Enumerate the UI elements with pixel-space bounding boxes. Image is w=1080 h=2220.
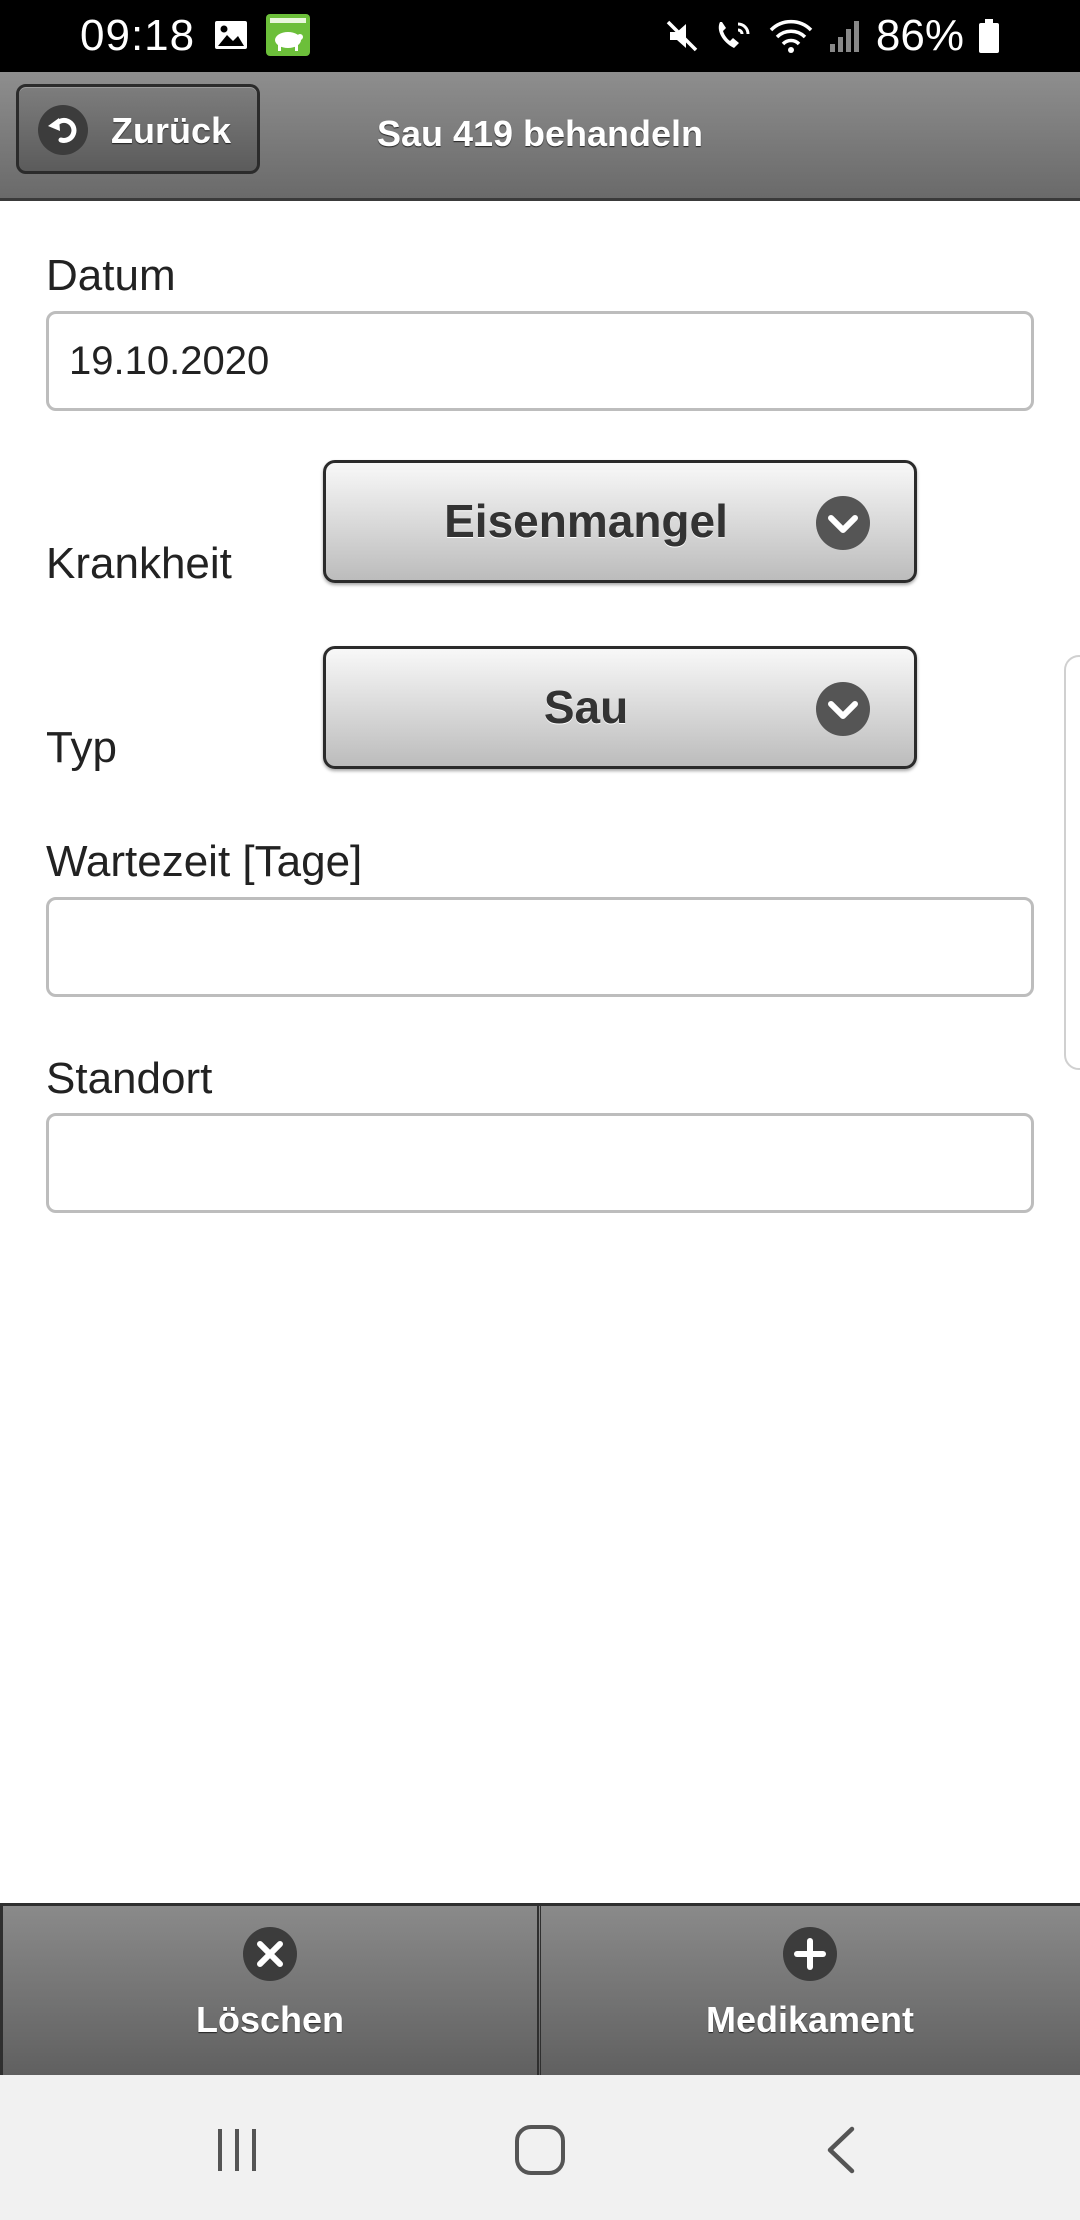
- header-bar: Zurück Sau 419 behandeln: [0, 72, 1080, 201]
- standort-input[interactable]: [46, 1113, 1034, 1213]
- back-button-label: Zurück: [111, 110, 232, 151]
- wartezeit-label: Wartezeit [Tage]: [46, 837, 363, 886]
- wifi-icon: [769, 19, 813, 53]
- status-bar: 09:18 86%: [0, 0, 1080, 72]
- system-nav-bar: [0, 2075, 1080, 2220]
- delete-button-label: Löschen: [195, 1999, 345, 2040]
- wartezeit-input[interactable]: [46, 897, 1034, 997]
- status-icons: 86%: [664, 10, 1000, 62]
- mute-icon: [666, 20, 698, 52]
- typ-select[interactable]: Sau: [323, 646, 917, 769]
- close-icon: [243, 1927, 297, 1981]
- delete-button[interactable]: Löschen: [0, 1906, 539, 2075]
- datum-label: Datum: [46, 251, 176, 300]
- page-title: Sau 419 behandeln: [376, 113, 704, 154]
- battery-icon: [979, 19, 999, 53]
- krankheit-select[interactable]: Eisenmangel: [323, 460, 917, 583]
- krankheit-label: Krankheit: [46, 539, 232, 588]
- typ-selected-value: Sau: [543, 681, 629, 733]
- gallery-icon: [215, 21, 247, 49]
- add-medication-button[interactable]: Medikament: [540, 1906, 1079, 2075]
- datum-input[interactable]: [46, 311, 1034, 411]
- plus-icon: [783, 1927, 837, 1981]
- wifi-calling-icon: [718, 22, 750, 48]
- standort-label: Standort: [46, 1054, 213, 1103]
- signal-icon: [829, 21, 859, 52]
- chevron-down-icon: [816, 496, 870, 550]
- app-notification-icon: [266, 14, 310, 56]
- krankheit-selected-value: Eisenmangel: [444, 495, 728, 547]
- typ-label: Typ: [46, 723, 117, 772]
- status-time: 09:18: [80, 11, 196, 60]
- home-icon[interactable]: [513, 2123, 567, 2177]
- chevron-down-icon: [816, 682, 870, 736]
- back-icon[interactable]: [822, 2125, 862, 2175]
- side-panel-handle[interactable]: [1064, 655, 1080, 1070]
- add-medication-button-label: Medikament: [705, 1999, 915, 2040]
- back-button[interactable]: Zurück: [16, 84, 260, 174]
- back-arrow-icon: [38, 105, 88, 155]
- recents-icon[interactable]: [212, 2127, 262, 2173]
- battery-percent: 86%: [875, 11, 964, 60]
- footer-toolbar: Löschen Medikament: [0, 1903, 1080, 2075]
